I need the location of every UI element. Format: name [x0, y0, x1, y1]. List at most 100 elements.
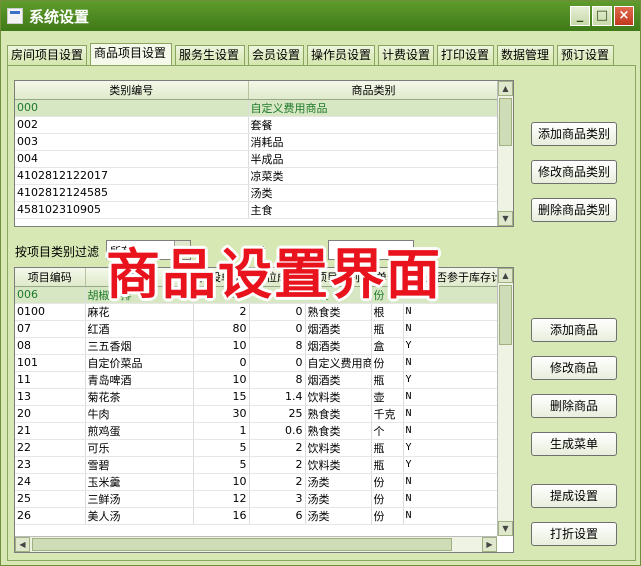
scroll-right-icon[interactable]: ▶	[482, 537, 497, 552]
table-cell: 8	[249, 337, 306, 355]
table-cell: 000	[15, 99, 249, 117]
tab-waiters[interactable]: 服务生设置	[175, 45, 245, 65]
table-row[interactable]: 26 美人汤 16 6 汤类份 N	[15, 507, 513, 525]
tab-reservation[interactable]: 预订设置	[557, 45, 614, 65]
table-row[interactable]: 21 煎鸡蛋 1 0.6 熟食类个 N	[15, 422, 513, 440]
scroll-down-icon[interactable]: ▼	[498, 211, 513, 226]
scroll-up-icon[interactable]: ▲	[498, 81, 513, 96]
scroll-thumb[interactable]	[32, 538, 452, 551]
table-cell: 0	[193, 354, 250, 372]
column-header[interactable]: 类别编号	[15, 81, 249, 100]
tab-data-management[interactable]: 数据管理	[497, 45, 554, 65]
table-cell: 饮料类	[305, 388, 372, 406]
table-row[interactable]: 25 三鲜汤 12 3 汤类份 N	[15, 490, 513, 508]
table-cell: 0	[249, 320, 306, 338]
table-row[interactable]: 23 雪碧 5 2 饮料类瓶 Y	[15, 456, 513, 474]
table-cell: 10	[193, 337, 250, 355]
table-row[interactable]: 101 自定价菜品 0 0 自定义费用商份 N	[15, 354, 513, 372]
tab-room-items[interactable]: 房间项目设置	[7, 45, 87, 65]
category-vertical-scrollbar[interactable]: ▲ ▼	[497, 81, 513, 226]
tab-operators[interactable]: 操作员设置	[307, 45, 375, 65]
table-cell: 套餐	[248, 116, 500, 134]
column-header[interactable]: 项目编码	[15, 268, 86, 287]
title-bar[interactable]: 系统设置 _ □ ×	[1, 1, 640, 31]
table-cell: 烟酒类	[305, 337, 372, 355]
table-cell: 25	[15, 490, 86, 508]
scroll-thumb[interactable]	[499, 285, 512, 345]
table-cell: 0	[249, 354, 306, 372]
table-cell: 23	[15, 456, 86, 474]
table-row[interactable]: 003 消耗品	[15, 133, 500, 151]
table-row[interactable]: 004 半成品	[15, 150, 500, 168]
table-row[interactable]: 13 菊花茶 15 1.4 饮料类壶 N	[15, 388, 513, 406]
add-category-button[interactable]: 添加商品类别	[531, 122, 617, 146]
column-header[interactable]: 商品类别	[248, 81, 500, 100]
delete-goods-button[interactable]: 删除商品	[531, 394, 617, 418]
table-cell: 24	[15, 473, 86, 491]
table-cell: 熟食类	[305, 422, 372, 440]
table-cell: 自定义费用商	[305, 354, 372, 372]
scroll-left-icon[interactable]: ◀	[15, 537, 30, 552]
table-cell: 5	[193, 439, 250, 457]
delete-category-button[interactable]: 删除商品类别	[531, 198, 617, 222]
table-row[interactable]: 458102310905 主食	[15, 201, 500, 219]
table-cell: 三五香烟	[85, 337, 194, 355]
table-cell: 26	[15, 507, 86, 525]
table-cell: 份	[371, 490, 404, 508]
table-cell: 0.6	[249, 422, 306, 440]
scroll-up-icon[interactable]: ▲	[498, 268, 513, 283]
table-cell: 个	[371, 422, 404, 440]
table-cell: 汤类	[248, 184, 500, 202]
table-cell: 15	[193, 388, 250, 406]
table-cell: 13	[15, 388, 86, 406]
table-cell: 003	[15, 133, 249, 151]
table-cell: 三鲜汤	[85, 490, 194, 508]
table-cell: 红酒	[85, 320, 194, 338]
table-cell: 30	[193, 405, 250, 423]
generate-menu-button[interactable]: 生成菜单	[531, 432, 617, 456]
table-row[interactable]: 24 玉米羹 10 2 汤类份 N	[15, 473, 513, 491]
tab-members[interactable]: 会员设置	[248, 45, 304, 65]
discount-settings-button[interactable]: 打折设置	[531, 522, 617, 546]
table-row[interactable]: 20 牛肉 30 25 熟食类 千克 N	[15, 405, 513, 423]
table-cell: 烟酒类	[305, 371, 372, 389]
edit-category-button[interactable]: 修改商品类别	[531, 160, 617, 184]
category-grid[interactable]: 类别编号 商品类别 000 自定义费用商品 002 套餐 003 消耗品 004…	[14, 80, 514, 227]
table-row[interactable]: 07 红酒 80 0 烟酒类瓶 N	[15, 320, 513, 338]
table-cell: 0100	[15, 303, 86, 321]
table-cell: 5	[193, 456, 250, 474]
table-row[interactable]: 22 可乐 5 2 饮料类瓶 Y	[15, 439, 513, 457]
table-row[interactable]: 4102812124585 汤类	[15, 184, 500, 202]
table-row[interactable]: 002 套餐	[15, 116, 500, 134]
table-cell: 盒	[371, 337, 404, 355]
table-cell: 6	[249, 507, 306, 525]
add-goods-button[interactable]: 添加商品	[531, 318, 617, 342]
goods-item-grid[interactable]: 项目编码 名称 预设单价 单位成本 项目类别 单位 是否参于库存计算 006 胡椒…	[14, 267, 514, 553]
table-cell: 25	[249, 405, 306, 423]
commission-settings-button[interactable]: 提成设置	[531, 484, 617, 508]
table-row[interactable]: 000 自定义费用商品	[15, 99, 500, 117]
tab-billing[interactable]: 计费设置	[378, 45, 434, 65]
table-row[interactable]: 08 三五香烟 10 8 烟酒类盒 Y	[15, 337, 513, 355]
table-cell: 汤类	[305, 507, 372, 525]
scroll-thumb[interactable]	[499, 98, 512, 146]
tab-printing[interactable]: 打印设置	[437, 45, 494, 65]
table-cell: 瓶	[371, 456, 404, 474]
close-button[interactable]: ×	[614, 6, 634, 26]
scroll-down-icon[interactable]: ▼	[498, 521, 513, 536]
items-vertical-scrollbar[interactable]: ▲ ▼	[497, 268, 513, 536]
table-cell: 12	[193, 490, 250, 508]
table-row[interactable]: 11 青岛啤酒 10 8 烟酒类瓶 Y	[15, 371, 513, 389]
table-cell: 10	[193, 371, 250, 389]
edit-goods-button[interactable]: 修改商品	[531, 356, 617, 380]
table-cell: 烟酒类	[305, 320, 372, 338]
maximize-button[interactable]: □	[592, 6, 612, 26]
table-row[interactable]: 4102812122017 凉菜类	[15, 167, 500, 185]
minimize-button[interactable]: _	[570, 6, 590, 26]
items-horizontal-scrollbar[interactable]: ◀ ▶	[15, 536, 497, 552]
table-cell: 自定义费用商品	[248, 99, 500, 117]
table-cell: 瓶	[371, 439, 404, 457]
table-cell: 可乐	[85, 439, 194, 457]
tab-goods-items[interactable]: 商品项目设置	[90, 43, 172, 66]
table-cell: 份	[371, 507, 404, 525]
